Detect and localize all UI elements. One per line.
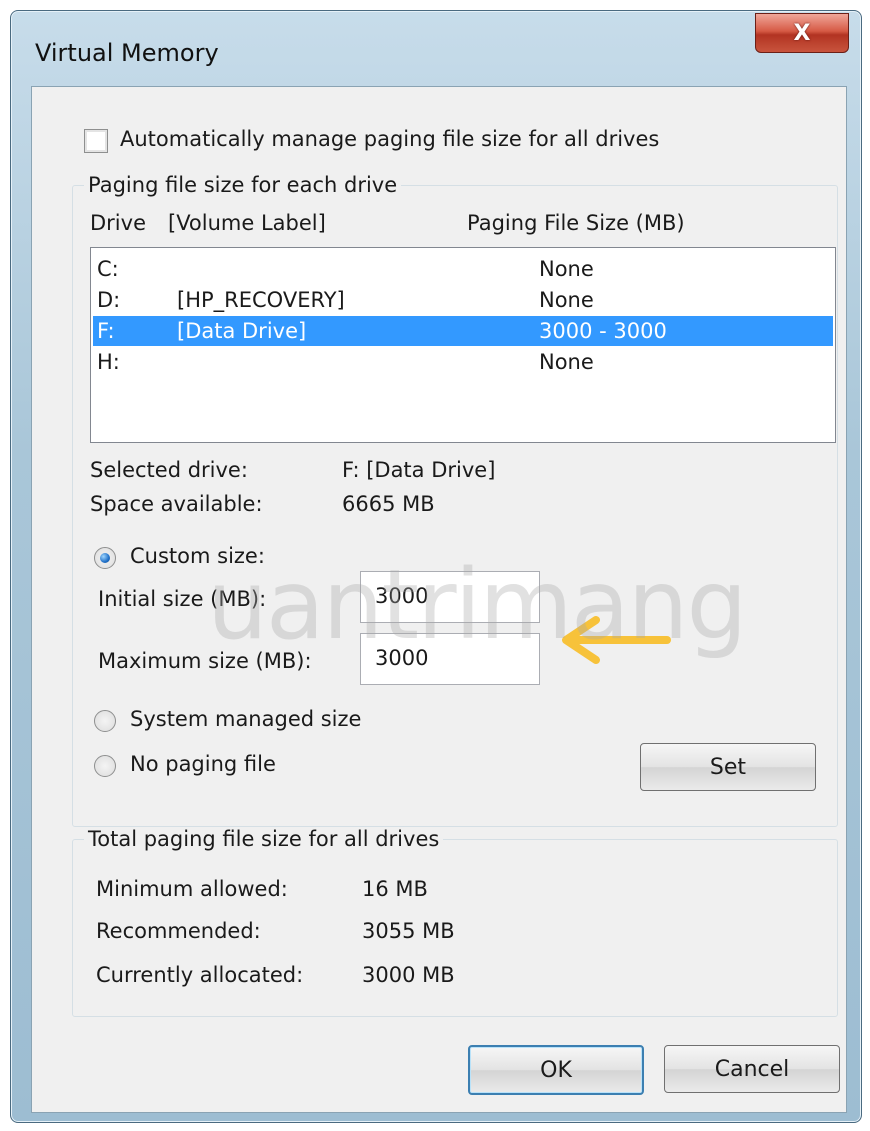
selected-drive-value: F: [Data Drive] (342, 458, 496, 482)
recommended-value: 3055 MB (362, 919, 455, 943)
currently-allocated-value: 3000 MB (362, 963, 455, 987)
col-drive-header: Drive (90, 211, 146, 235)
drive-letter: D: (97, 288, 121, 312)
no-paging-label: No paging file (130, 752, 276, 776)
drive-letter: C: (97, 257, 119, 281)
col-label-header: [Volume Label] (168, 211, 326, 235)
space-available-value: 6665 MB (342, 492, 435, 516)
cancel-button[interactable]: Cancel (664, 1045, 840, 1093)
set-button[interactable]: Set (640, 743, 816, 791)
auto-manage-label: Automatically manage paging file size fo… (120, 127, 660, 151)
ok-button[interactable]: OK (468, 1045, 644, 1095)
currently-allocated-label: Currently allocated: (96, 963, 304, 987)
drive-row-c[interactable]: C: None (93, 254, 833, 284)
drive-paging-size: None (539, 350, 594, 374)
recommended-label: Recommended: (96, 919, 261, 943)
drive-row-h[interactable]: H: None (93, 347, 833, 377)
system-managed-radio[interactable] (94, 710, 116, 732)
close-icon: X (793, 20, 811, 46)
custom-size-radio[interactable] (94, 547, 116, 569)
minimum-allowed-value: 16 MB (362, 877, 428, 901)
drive-volume-label: [HP_RECOVERY] (177, 288, 345, 312)
no-paging-radio[interactable] (94, 755, 116, 777)
drive-paging-size: None (539, 288, 594, 312)
auto-manage-checkbox[interactable] (84, 129, 108, 153)
dialog-client-area: Automatically manage paging file size fo… (31, 86, 847, 1113)
drive-letter: H: (97, 350, 120, 374)
close-button[interactable]: X (755, 13, 849, 53)
space-available-label: Space available: (90, 492, 263, 516)
per-drive-legend: Paging file size for each drive (84, 173, 402, 197)
drive-letter: F: (97, 319, 115, 343)
window-title: Virtual Memory (35, 39, 219, 67)
drive-paging-size: None (539, 257, 594, 281)
drive-row-f-selected[interactable]: F: [Data Drive] 3000 - 3000 (93, 316, 833, 346)
drive-volume-label: [Data Drive] (177, 319, 307, 343)
drive-list[interactable]: C: None D: [HP_RECOVERY] None F: [Data D… (90, 247, 836, 443)
dialog-frame: Virtual Memory X Automatically manage pa… (10, 10, 862, 1123)
drive-row-d[interactable]: D: [HP_RECOVERY] None (93, 285, 833, 315)
totals-legend: Total paging file size for all drives (84, 827, 444, 851)
system-managed-label: System managed size (130, 707, 362, 731)
col-size-header: Paging File Size (MB) (467, 211, 685, 235)
minimum-allowed-label: Minimum allowed: (96, 877, 288, 901)
watermark-text: uantrimang (207, 549, 747, 661)
drive-paging-size: 3000 - 3000 (539, 319, 667, 343)
selected-drive-label: Selected drive: (90, 458, 248, 482)
